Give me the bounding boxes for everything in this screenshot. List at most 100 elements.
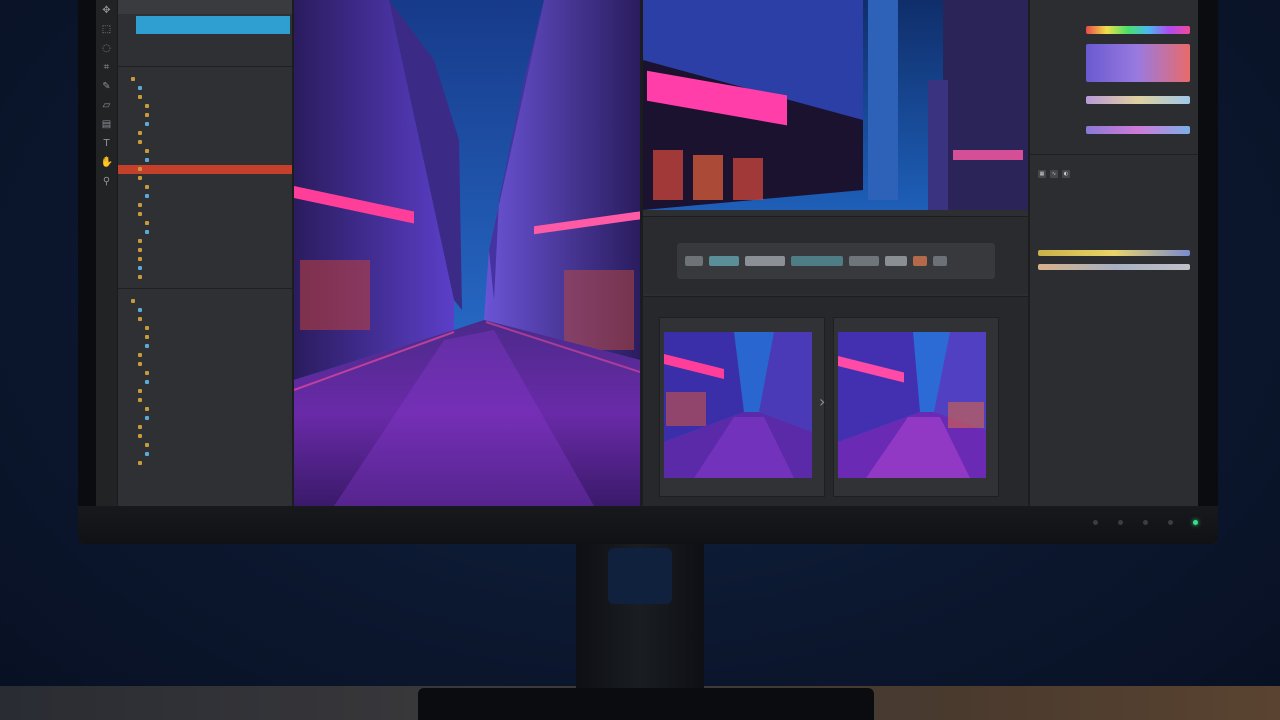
tree-item[interactable] [118,378,292,387]
tree-item[interactable] [118,396,292,405]
tree-item[interactable] [118,351,292,360]
gradient-icon[interactable]: ▤ [101,120,113,130]
tree-item[interactable] [118,237,292,246]
hue-slider[interactable] [1086,26,1190,34]
tree-item[interactable] [118,432,292,441]
tree-item[interactable] [118,405,292,414]
timeline-chip[interactable] [745,256,785,266]
move-icon[interactable]: ✥ [101,6,113,16]
timeline-track[interactable] [677,243,995,279]
tree-item[interactable] [118,459,292,468]
tree-item[interactable] [118,201,292,210]
timeline-chip[interactable] [933,256,947,266]
tree-item[interactable] [118,246,292,255]
folder-icon [138,166,142,171]
folder-icon [138,316,142,321]
tree-item[interactable] [118,138,292,147]
brush-icon[interactable]: ✎ [101,82,113,92]
selected-layer[interactable] [136,16,290,34]
stand-cable-hole [608,548,672,604]
tree-item[interactable] [118,315,292,324]
tree-item[interactable] [118,147,292,156]
monitor-button[interactable] [1143,520,1148,525]
main-canvas[interactable] [294,0,640,506]
folder-icon [145,229,149,234]
timeline-chip[interactable] [791,256,843,266]
tree-item[interactable] [118,192,292,201]
zoom-icon[interactable]: ⚲ [101,177,113,187]
folder-icon [138,388,142,393]
eraser-icon[interactable]: ▱ [101,101,113,111]
timeline-chip[interactable] [709,256,739,266]
tree-item[interactable] [118,156,292,165]
folder-icon [138,247,142,252]
tree-item[interactable] [118,120,292,129]
tree-item[interactable] [118,297,292,306]
tree-item[interactable] [118,102,292,111]
folder-icon [138,238,142,243]
folder-icon [145,442,149,447]
tree-item[interactable] [118,441,292,450]
left-panel-header [118,0,292,14]
tree-item[interactable] [118,264,292,273]
monitor-button[interactable] [1093,520,1098,525]
tree-item[interactable] [118,342,292,351]
tree-item[interactable] [118,333,292,342]
info-line [1030,288,1198,292]
timeline-chip[interactable] [849,256,879,266]
after-frame[interactable] [833,317,999,497]
exposure-icon[interactable]: ◐ [1062,170,1070,178]
tree-item[interactable] [118,111,292,120]
tree-item[interactable] [118,129,292,138]
before-frame[interactable] [659,317,825,497]
monitor-button[interactable] [1168,520,1173,525]
timeline-chip[interactable] [685,256,703,266]
timeline-chip[interactable] [885,256,907,266]
tree-item[interactable] [118,183,292,192]
marquee-icon[interactable]: ⬚ [101,25,113,35]
tree-item[interactable] [118,450,292,459]
tree-item[interactable] [118,174,292,183]
tree-item[interactable] [118,369,292,378]
brightness-slider[interactable] [1086,126,1190,134]
tree-item[interactable] [118,360,292,369]
tree-item[interactable] [118,273,292,282]
lasso-icon[interactable]: ◌ [101,44,113,54]
chevron-right-icon[interactable]: › [819,392,825,411]
monitor-button[interactable] [1118,520,1123,525]
levels-icon[interactable]: ▦ [1038,170,1046,178]
tree-item[interactable] [118,75,292,84]
color-picker[interactable] [1086,44,1190,82]
curves-icon[interactable]: ∿ [1050,170,1058,178]
folder-icon [145,406,149,411]
tree-item[interactable] [118,324,292,333]
folder-icon [138,175,142,180]
tree-item[interactable] [118,210,292,219]
hand-icon[interactable]: ✋ [101,158,113,168]
folder-icon [138,139,142,144]
tree-item[interactable] [118,84,292,93]
folder-icon [131,298,135,303]
tree-item[interactable] [118,219,292,228]
power-led-icon[interactable] [1193,520,1198,525]
tree-item[interactable] [118,93,292,102]
saturation-slider[interactable] [1086,96,1190,104]
crop-icon[interactable]: ⌗ [101,63,113,73]
timeline-chip[interactable] [913,256,927,266]
tree-item[interactable] [118,306,292,315]
info-lines [1030,280,1198,292]
tree-item[interactable] [118,387,292,396]
tree-item[interactable] [118,165,292,174]
tree-item[interactable] [118,414,292,423]
tone-bar[interactable] [1038,250,1190,256]
tree-item[interactable] [118,423,292,432]
monitor-buttons [1093,520,1198,525]
tone-bar-secondary[interactable] [1038,264,1190,270]
text-icon[interactable]: T [101,139,113,149]
tree-item[interactable] [118,255,292,264]
folder-icon [145,121,149,126]
timeline-panel [643,216,1028,294]
reference-preview[interactable] [643,0,1028,210]
right-panel-title [1030,0,1198,10]
tree-item[interactable] [118,228,292,237]
